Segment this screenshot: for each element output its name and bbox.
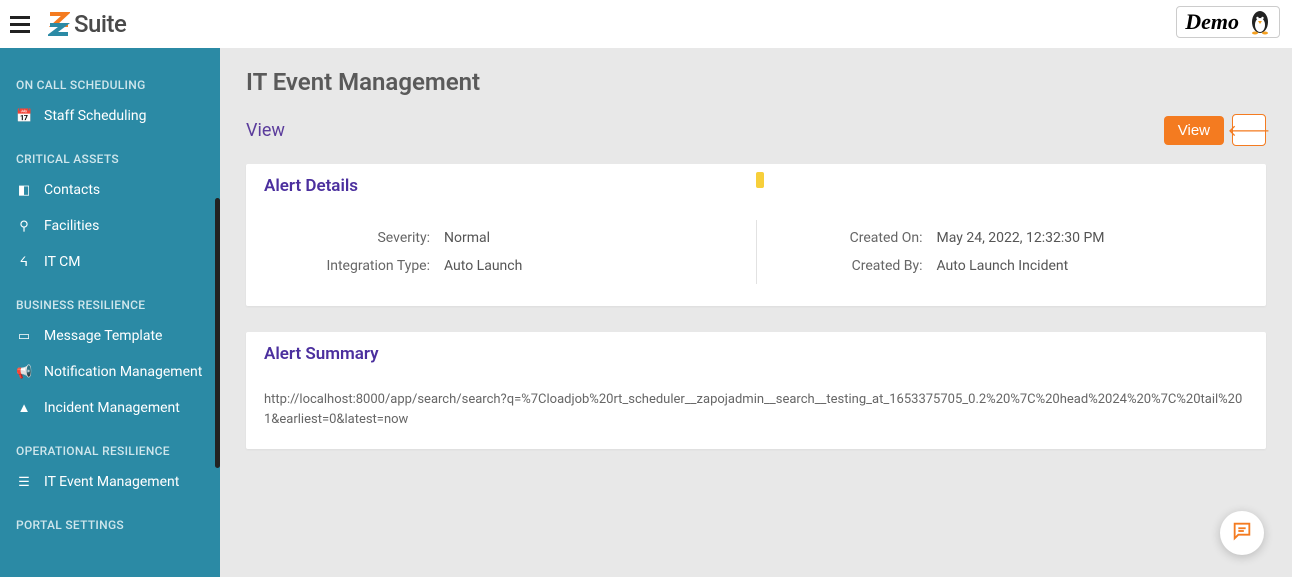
subheader-row: View View 🡐 <box>246 114 1266 146</box>
page-title: IT Event Management <box>246 68 1266 96</box>
calendar-icon: 📅 <box>16 109 32 124</box>
sidebar-item-label: Staff Scheduling <box>44 108 147 124</box>
demo-label: Demo <box>1185 9 1239 35</box>
message-icon: ▭ <box>16 329 32 344</box>
integration-type-label: Integration Type: <box>284 258 444 274</box>
indicator-icon <box>756 172 764 188</box>
alert-details-title-text: Alert Details <box>264 176 358 196</box>
sidebar-item-staff-scheduling[interactable]: 📅 Staff Scheduling <box>0 98 220 134</box>
main-content: IT Event Management View View 🡐 Alert De… <box>220 48 1292 577</box>
topbar: Suite Demo <box>0 0 1292 48</box>
created-on-label: Created On: <box>777 230 937 246</box>
sidebar-scrollbar[interactable] <box>215 198 220 468</box>
sidebar-item-label: Incident Management <box>44 400 180 416</box>
menu-toggle-icon[interactable] <box>10 12 34 36</box>
integration-type-value: Auto Launch <box>444 258 522 274</box>
sidebar-item-label: Message Template <box>44 328 162 344</box>
demo-badge: Demo <box>1176 6 1280 38</box>
chat-icon <box>1231 520 1253 546</box>
sidebar: ON CALL SCHEDULING 📅 Staff Scheduling CR… <box>0 48 220 577</box>
contact-icon: ◧ <box>16 183 32 198</box>
brand-logo[interactable]: Suite <box>48 10 126 38</box>
penguin-icon[interactable] <box>1249 9 1271 35</box>
breadcrumb: View <box>246 120 285 141</box>
created-on-value: May 24, 2022, 12:32:30 PM <box>937 230 1105 246</box>
created-by-value: Auto Launch Incident <box>937 258 1069 274</box>
sidebar-item-incident-management[interactable]: ▲ Incident Management <box>0 390 220 426</box>
created-by-label: Created By: <box>777 258 937 274</box>
facility-icon: ⚲ <box>16 219 32 234</box>
sidebar-item-message-template[interactable]: ▭ Message Template <box>0 318 220 354</box>
brand-z-icon <box>48 11 70 37</box>
bullhorn-icon: 📢 <box>16 365 32 380</box>
alert-summary-body: http://localhost:8000/app/search/search?… <box>246 376 1266 449</box>
sidebar-header-portal: PORTAL SETTINGS <box>0 500 220 538</box>
chat-fab[interactable] <box>1220 511 1264 555</box>
sidebar-item-notification-management[interactable]: 📢 Notification Management <box>0 354 220 390</box>
sidebar-item-label: IT Event Management <box>44 474 179 490</box>
alert-details-card: Alert Details Severity: Normal Integrati… <box>246 164 1266 306</box>
sidebar-item-label: Notification Management <box>44 364 202 380</box>
sidebar-item-label: Facilities <box>44 218 99 234</box>
sidebar-item-label: IT CM <box>44 254 81 270</box>
alert-summary-title: Alert Summary <box>246 332 1266 376</box>
back-button[interactable]: 🡐 <box>1232 114 1266 146</box>
alert-summary-card: Alert Summary http://localhost:8000/app/… <box>246 332 1266 449</box>
sidebar-header-business: BUSINESS RESILIENCE <box>0 280 220 318</box>
brand-name: Suite <box>74 10 126 38</box>
action-group: View 🡐 <box>1164 114 1266 146</box>
sidebar-item-it-event-management[interactable]: ☰ IT Event Management <box>0 464 220 500</box>
arrow-left-icon: 🡐 <box>1228 120 1271 141</box>
alert-icon: ▲ <box>16 400 32 416</box>
sidebar-item-contacts[interactable]: ◧ Contacts <box>0 172 220 208</box>
severity-value: Normal <box>444 230 490 246</box>
sidebar-item-label: Contacts <box>44 182 100 198</box>
alert-details-title: Alert Details <box>246 164 1266 208</box>
sidebar-header-oncall: ON CALL SCHEDULING <box>0 60 220 98</box>
list-icon: ☰ <box>16 475 32 490</box>
itcm-icon: ᔦ <box>16 255 32 270</box>
view-button[interactable]: View <box>1164 116 1224 145</box>
sidebar-header-critical: CRITICAL ASSETS <box>0 134 220 172</box>
sidebar-header-operational: OPERATIONAL RESILIENCE <box>0 426 220 464</box>
sidebar-item-facilities[interactable]: ⚲ Facilities <box>0 208 220 244</box>
sidebar-item-itcm[interactable]: ᔦ IT CM <box>0 244 220 280</box>
severity-label: Severity: <box>284 230 444 246</box>
